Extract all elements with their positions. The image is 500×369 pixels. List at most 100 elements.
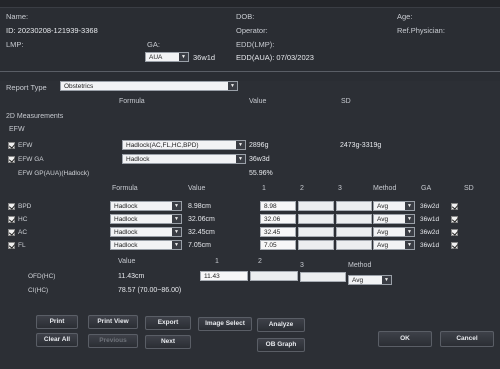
ac-checkbox[interactable] (8, 229, 15, 236)
bpd-ga: 36w2d (420, 203, 440, 210)
col-sd-header: SD (341, 98, 351, 105)
chevron-down-icon: ▼ (172, 241, 181, 249)
fl-measure-1[interactable]: 7.05 (260, 240, 296, 250)
ofd-method-header: Method (348, 262, 372, 269)
report-type-value: Obstetrics (64, 83, 94, 90)
bpd-formula-select[interactable]: Hadlock ▼ (110, 201, 182, 211)
ok-button[interactable]: OK (378, 331, 432, 347)
meas-sd-header: SD (464, 185, 474, 192)
ofd-measure-1[interactable]: 11.43 (200, 271, 248, 281)
edd-lmp-label: EDD(LMP): (236, 40, 275, 49)
ofd-label: OFD(HC) (28, 273, 56, 280)
ac-measure-3[interactable] (336, 227, 372, 237)
report-type-select[interactable]: Obstetrics ▼ (60, 81, 238, 91)
fl-formula-select[interactable]: Hadlock ▼ (110, 240, 182, 250)
section-title: 2D Measurements (6, 113, 64, 120)
ac-sd-checkbox[interactable] (451, 229, 458, 236)
ga-method-select[interactable]: AUA ▼ (145, 52, 189, 62)
efw-ga-checkbox[interactable] (8, 156, 15, 163)
dob-label: DOB: (236, 12, 255, 21)
fl-sd-checkbox[interactable] (451, 242, 458, 249)
ac-measure-2[interactable] (298, 227, 334, 237)
efw-group-label: EFW (9, 126, 25, 133)
patient-id: ID: 20230208-121939-3368 (6, 26, 98, 35)
ofd-measure-2[interactable] (250, 271, 298, 281)
chevron-down-icon: ▼ (405, 241, 414, 249)
meas-method-header: Method (373, 185, 397, 192)
bpd-label: BPD (18, 203, 32, 210)
hc-measure-1[interactable]: 32.06 (260, 214, 296, 224)
ofd-method-select[interactable]: Avg ▼ (348, 275, 392, 285)
efw-ga-value: 36w3d (249, 156, 270, 163)
ofd-col3-header: 3 (300, 262, 304, 269)
efw-ga-formula-select[interactable]: Hadlock ▼ (122, 154, 246, 164)
chevron-down-icon: ▼ (405, 215, 414, 223)
name-label: Name: (6, 12, 29, 21)
fl-measure-3[interactable] (336, 240, 372, 250)
meas-formula-header: Formula (112, 185, 138, 192)
chevron-down-icon: ▼ (172, 228, 181, 236)
bpd-measure-3[interactable] (336, 201, 372, 211)
fl-measure-2[interactable] (298, 240, 334, 250)
meas-col3-header: 3 (338, 185, 342, 192)
title-bar (0, 0, 500, 8)
hc-method-value: Avg (377, 216, 389, 223)
analyze-button[interactable]: Analyze (257, 318, 305, 332)
hc-measure-3[interactable] (336, 214, 372, 224)
col-formula-header: Formula (119, 98, 145, 105)
bpd-value: 8.98cm (188, 203, 211, 210)
efw-label: EFW (18, 142, 33, 149)
next-button[interactable]: Next (145, 335, 191, 349)
bpd-measure-1[interactable]: 8.98 (260, 201, 296, 211)
meas-col1-header: 1 (262, 185, 266, 192)
lmp-label: LMP: (6, 40, 24, 49)
ga-value: 36w1d (193, 53, 216, 62)
ac-method-select[interactable]: Avg ▼ (373, 227, 415, 237)
export-button[interactable]: Export (145, 316, 191, 330)
bpd-method-value: Avg (377, 203, 389, 210)
hc-method-select[interactable]: Avg ▼ (373, 214, 415, 224)
efw-formula-select[interactable]: Hadlock(AC,FL,HC,BPD) ▼ (122, 140, 246, 150)
col-value-header: Value (249, 98, 267, 105)
bpd-sd-checkbox[interactable] (451, 203, 458, 210)
image-select-button[interactable]: Image Select (198, 317, 252, 331)
ofd-value: 11.43cm (118, 273, 145, 280)
efw-gp-value: 55.96% (249, 170, 273, 177)
cancel-button[interactable]: Cancel (440, 331, 494, 347)
meas-col2-header: 2 (300, 185, 304, 192)
print-view-button[interactable]: Print View (88, 315, 138, 329)
clear-all-button[interactable]: Clear All (36, 333, 78, 347)
ref-physician-label: Ref.Physician: (397, 26, 445, 35)
ofd-measure-3[interactable] (300, 272, 346, 282)
hc-sd-checkbox[interactable] (451, 216, 458, 223)
hc-label: HC (18, 216, 28, 223)
fl-ga: 36w1d (420, 242, 440, 249)
hc-formula-select[interactable]: Hadlock ▼ (110, 214, 182, 224)
fl-method-select[interactable]: Avg ▼ (373, 240, 415, 250)
header-divider (0, 71, 500, 72)
bpd-method-select[interactable]: Avg ▼ (373, 201, 415, 211)
print-button[interactable]: Print (36, 315, 78, 329)
previous-button[interactable]: Previous (88, 334, 138, 348)
fl-formula-value: Hadlock (114, 242, 138, 249)
chevron-down-icon: ▼ (172, 202, 181, 210)
ob-graph-button[interactable]: OB Graph (257, 338, 305, 352)
meas-ga-header: GA (421, 185, 432, 192)
ac-measure-1[interactable]: 32.45 (260, 227, 296, 237)
chevron-down-icon: ▼ (179, 53, 188, 61)
age-label: Age: (397, 12, 413, 21)
efw-ga-label: EFW GA (18, 156, 44, 163)
efw-ga-formula-value: Hadlock (126, 156, 150, 163)
operator-label: Operator: (236, 26, 268, 35)
chevron-down-icon: ▼ (405, 202, 414, 210)
hc-measure-2[interactable] (298, 214, 334, 224)
ac-formula-select[interactable]: Hadlock ▼ (110, 227, 182, 237)
efw-checkbox[interactable] (8, 142, 15, 149)
hc-checkbox[interactable] (8, 216, 15, 223)
ofd-method-value: Avg (352, 277, 364, 284)
efw-value: 2896g (249, 142, 269, 149)
ofd-col2-header: 2 (258, 258, 262, 265)
fl-checkbox[interactable] (8, 242, 15, 249)
bpd-checkbox[interactable] (8, 203, 15, 210)
bpd-measure-2[interactable] (298, 201, 334, 211)
